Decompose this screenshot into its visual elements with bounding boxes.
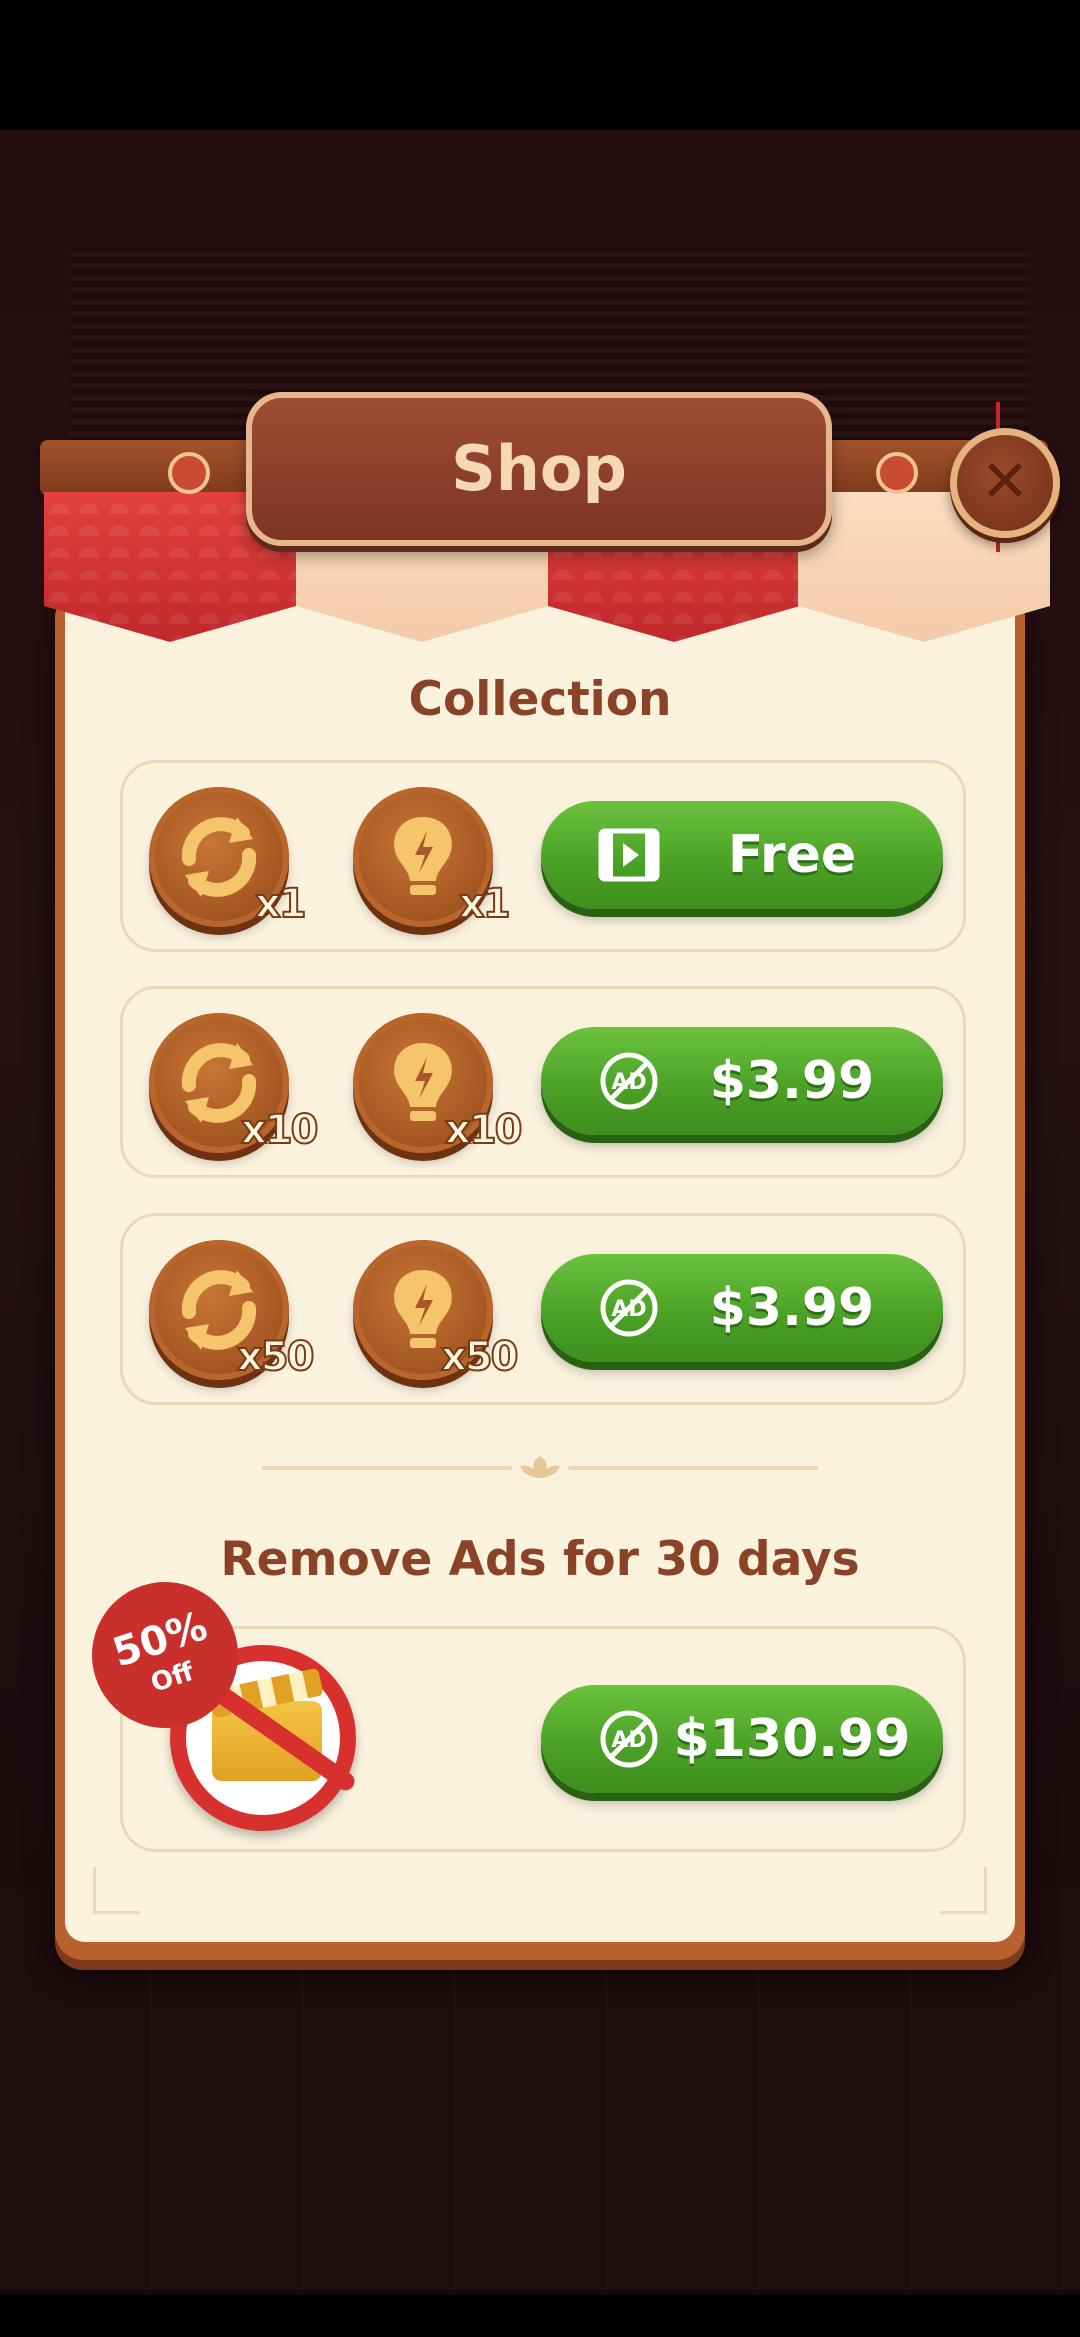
navigation-bar [0,2295,1080,2337]
shuffle-qty: x10 [240,1106,319,1154]
buy-pack-10-price: $3.99 [709,1051,875,1111]
buy-pack-50-price: $3.99 [709,1278,875,1338]
close-icon: ✕ [980,447,1030,515]
video-ad-icon [598,828,660,882]
leaf-ornament-icon [520,1456,560,1478]
shuffle-qty: x50 [236,1333,315,1381]
buy-remove-ads-button[interactable]: AD $130.99 [541,1685,943,1793]
buy-pack-50-button[interactable]: AD $3.99 [541,1254,943,1362]
shuffle-qty: x1 [254,880,308,928]
hint-qty: x10 [444,1106,523,1154]
collection-heading: Collection [408,672,672,727]
remove-ads-heading: Remove Ads for 30 days [220,1532,860,1587]
corner-ornament-right [940,1867,987,1914]
hint-qty: x1 [458,880,512,928]
no-ads-icon: AD [600,1279,658,1337]
close-button[interactable]: ✕ [950,428,1060,538]
rope-pin-left [168,452,210,494]
title-plaque: Shop [246,392,832,546]
divider-left [262,1466,512,1470]
buy-free-label: Free [727,825,857,885]
buy-pack-10-button[interactable]: AD $3.99 [541,1027,943,1135]
divider-right [568,1466,818,1470]
hint-qty: x50 [440,1333,519,1381]
corner-ornament-left [93,1867,140,1914]
offer-card-1: x1 x1 Free [120,760,966,952]
buy-remove-ads-price: $130.99 [673,1709,911,1769]
no-ads-icon: AD [600,1052,658,1110]
buy-free-button[interactable]: Free [541,801,943,909]
rope-pin-right [876,452,918,494]
page-title: Shop [451,432,627,505]
status-bar [0,0,1080,130]
no-ads-icon: AD [600,1710,658,1768]
offer-card-2: x10 x10 AD $3.99 [120,986,966,1178]
offer-card-3: x50 x50 AD $3.99 [120,1213,966,1405]
